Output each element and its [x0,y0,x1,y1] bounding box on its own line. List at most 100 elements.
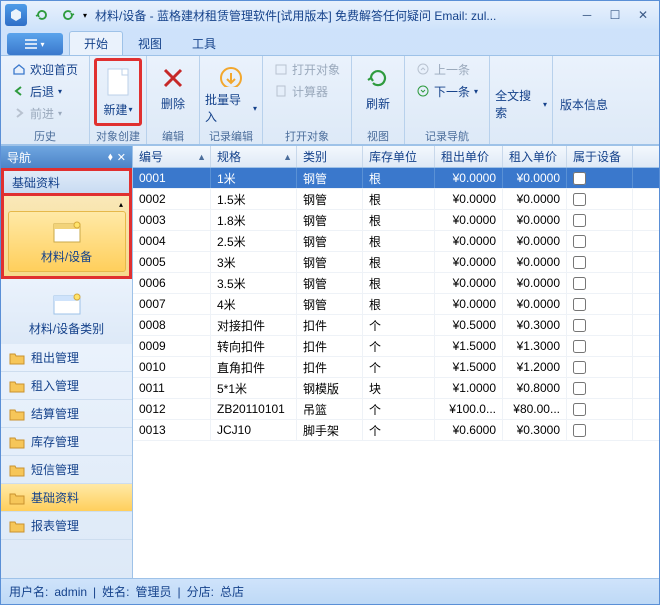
table-row[interactable]: 00053米钢管根¥0.0000¥0.0000 [133,252,659,273]
table-row[interactable]: 00074米钢管根¥0.0000¥0.0000 [133,294,659,315]
tab-view[interactable]: 视图 [123,31,177,55]
col-cat[interactable]: 类别 [297,146,363,167]
sidebar-title-text: 导航 [7,149,31,166]
version-info-button[interactable]: 版本信息 [557,58,611,126]
device-checkbox[interactable] [573,172,586,185]
table-row[interactable]: 00063.5米钢管根¥0.0000¥0.0000 [133,273,659,294]
table-row[interactable]: 0008对接扣件扣件个¥0.5000¥0.3000 [133,315,659,336]
new-label: 新建 [104,101,128,118]
table-row[interactable]: 00031.8米钢管根¥0.0000¥0.0000 [133,210,659,231]
pin-icon[interactable]: ⬧ [108,151,113,164]
col-spec[interactable]: 规格▲ [211,146,297,167]
full-text-search-button[interactable]: 全文搜索▾ [494,58,548,126]
status-bar: 用户名: admin | 姓名: 管理员 | 分店: 总店 [1,578,659,604]
table-row[interactable]: 0013JCJ10脚手架个¥0.6000¥0.3000 [133,420,659,441]
group-open: 打开对象 计算器 打开对象 [263,56,352,144]
home-button[interactable]: 欢迎首页 [5,58,85,80]
category-icon [50,290,84,318]
device-checkbox[interactable] [573,403,586,416]
maximize-button[interactable]: ☐ [603,6,627,24]
refresh-button[interactable]: 刷新 [356,58,400,126]
next-label: 下一条 [434,83,470,100]
device-checkbox[interactable] [573,256,586,269]
device-checkbox[interactable] [573,235,586,248]
folder-icon [9,407,25,421]
refresh-icon[interactable] [31,4,53,26]
device-checkbox[interactable] [573,361,586,374]
refresh-label: 刷新 [366,95,390,112]
group-edit-label: 编辑 [151,128,195,144]
nav-item-5[interactable]: 基础资料 [1,484,132,512]
refresh-alt-icon[interactable] [57,4,79,26]
nav-item-4[interactable]: 短信管理 [1,456,132,484]
nav-item-2[interactable]: 结算管理 [1,400,132,428]
grid-body[interactable]: 00011米钢管根¥0.0000¥0.000000021.5米钢管根¥0.000… [133,168,659,578]
nav-item-6[interactable]: 报表管理 [1,512,132,540]
device-checkbox[interactable] [573,193,586,206]
table-row[interactable]: 0012ZB20110101吊篮个¥100.0...¥80.00... [133,399,659,420]
col-in[interactable]: 租入单价 [503,146,567,167]
folder-icon [9,435,25,449]
tab-tools[interactable]: 工具 [177,31,231,55]
table-row[interactable]: 0009转向扣件扣件个¥1.5000¥1.3000 [133,336,659,357]
file-menu-button[interactable]: ▾ [7,33,63,55]
app-menu-button[interactable] [5,4,27,26]
group-record-nav: 上一条 下一条▾ 记录导航 [405,56,490,144]
table-row[interactable]: 0010直角扣件扣件个¥1.5000¥1.2000 [133,357,659,378]
table-row[interactable]: 00042.5米钢管根¥0.0000¥0.0000 [133,231,659,252]
new-button[interactable]: 新建▾ [94,58,142,126]
device-checkbox[interactable] [573,277,586,290]
import-icon [218,65,244,87]
folder-icon [9,491,25,505]
group-view: 刷新 视图 [352,56,405,144]
panel-header-label: 基础资料 [12,174,60,191]
batch-import-button[interactable]: 批量导入▾ [204,58,258,126]
col-dev[interactable]: 属于设备 [567,146,633,167]
group-version-label [557,128,611,144]
chevron-up-icon[interactable]: ▴ [119,200,129,209]
title-bar: ▾ 材料/设备 - 蓝格建材租赁管理软件[试用版本] 免费解答任何疑问 Emai… [1,1,659,29]
device-checkbox[interactable] [573,214,586,227]
sidebar-close-icon[interactable]: ✕ [117,151,126,164]
device-checkbox[interactable] [573,319,586,332]
nav-item-0[interactable]: 租出管理 [1,344,132,372]
delete-button[interactable]: 删除 [151,58,195,126]
group-search-label [494,128,548,144]
sidebar-item-material[interactable]: 材料/设备 [8,211,126,272]
table-row[interactable]: 00011米钢管根¥0.0000¥0.0000 [133,168,659,189]
nav-item-1[interactable]: 租入管理 [1,372,132,400]
col-id[interactable]: 编号▲ [133,146,211,167]
next-record-button[interactable]: 下一条▾ [409,80,485,102]
calculator-button[interactable]: 计算器 [267,80,347,102]
close-button[interactable]: ✕ [631,6,655,24]
panel-header-basic[interactable]: 基础资料 [1,168,132,196]
status-store-label: 分店: [187,583,214,600]
sidebar-item-material-category[interactable]: 材料/设备类别 [8,283,126,344]
device-checkbox[interactable] [573,298,586,311]
down-icon [416,84,430,98]
nav-item-3[interactable]: 库存管理 [1,428,132,456]
col-out[interactable]: 租出单价 [435,146,503,167]
forward-label: 前进 [30,105,54,122]
prev-record-button[interactable]: 上一条 [409,58,485,80]
device-checkbox[interactable] [573,382,586,395]
back-button[interactable]: 后退▾ [5,80,85,102]
minimize-button[interactable]: ─ [575,6,599,24]
status-name-label: 姓名: [102,583,129,600]
data-grid: 编号▲ 规格▲ 类别 库存单位 租出单价 租入单价 属于设备 00011米钢管根… [133,146,659,578]
col-unit[interactable]: 库存单位 [363,146,435,167]
device-checkbox[interactable] [573,424,586,437]
status-name: 管理员 [136,583,172,600]
qat-dropdown-icon[interactable]: ▾ [83,11,87,20]
list-icon [25,39,37,49]
search-label: 全文搜索 [495,87,542,121]
open-object-button[interactable]: 打开对象 [267,58,347,80]
calc-icon [274,84,288,98]
table-row[interactable]: 00115*1米钢模版块¥1.0000¥0.8000 [133,378,659,399]
panel-body-basic: ▴ 材料/设备 [1,196,132,279]
open-icon [274,62,288,76]
table-row[interactable]: 00021.5米钢管根¥0.0000¥0.0000 [133,189,659,210]
device-checkbox[interactable] [573,340,586,353]
forward-button[interactable]: 前进▾ [5,102,85,124]
tab-start[interactable]: 开始 [69,31,123,55]
